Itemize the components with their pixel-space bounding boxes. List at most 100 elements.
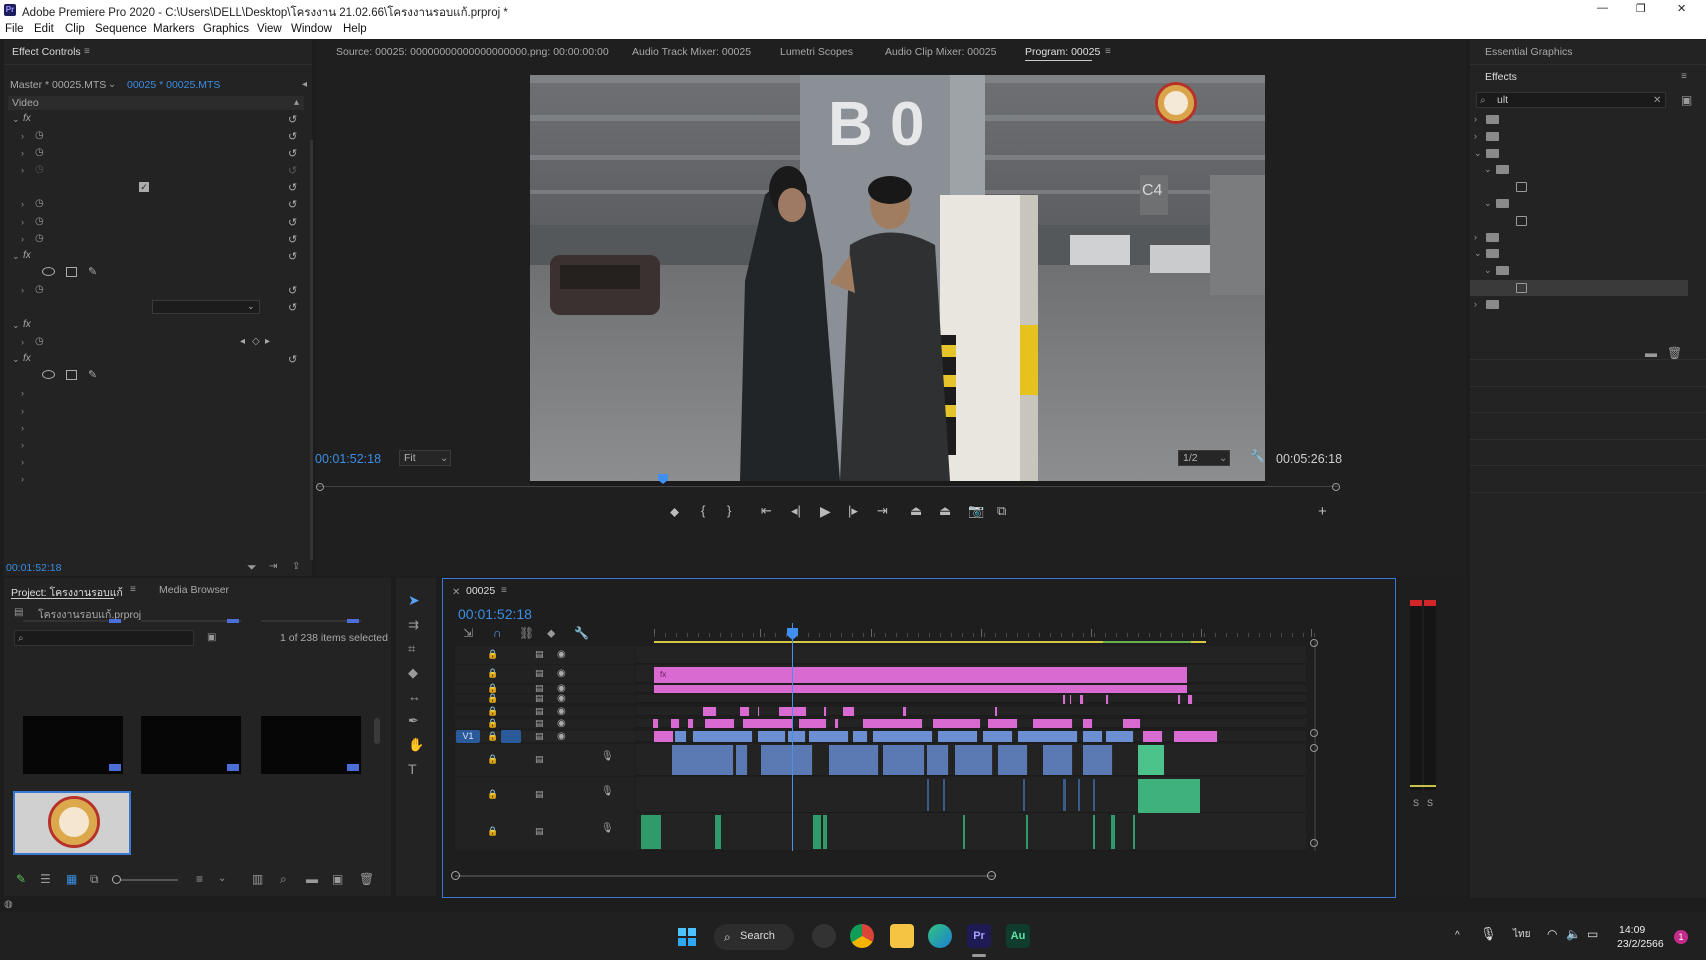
clip-segment[interactable] <box>1063 695 1066 704</box>
menu-graphics[interactable]: Graphics <box>203 23 249 35</box>
compare-view-button[interactable]: ⧉ <box>997 503 1006 519</box>
clip-segment[interactable] <box>703 707 717 716</box>
expand-arrow-icon[interactable]: › <box>21 440 24 450</box>
expand-arrow-icon[interactable]: › <box>21 165 24 175</box>
chrome-icon[interactable] <box>850 924 874 948</box>
clip-segment[interactable] <box>1188 695 1193 704</box>
clear-icon[interactable]: 🗑 <box>359 873 374 885</box>
menu-sequence[interactable]: Sequence <box>95 23 147 35</box>
clip-segment[interactable] <box>938 731 978 742</box>
audio-clip-a1[interactable] <box>998 745 1028 775</box>
audio-clip-a1[interactable] <box>883 745 925 775</box>
lift-button[interactable]: ⏏ <box>910 503 922 519</box>
stopwatch-icon[interactable]: ◷ <box>35 336 44 347</box>
master-clip-label[interactable]: Master * 00025.MTS <box>10 79 106 91</box>
audio-clip-a3[interactable] <box>823 815 827 849</box>
share-icon[interactable]: ⇪ <box>292 562 300 572</box>
clip-segment[interactable] <box>824 707 827 716</box>
pen-mask-icon[interactable]: ✎ <box>88 368 97 381</box>
audio-clip-a3[interactable] <box>813 815 821 849</box>
program-tab[interactable]: Program: 00025 <box>1025 46 1100 58</box>
clip-segment[interactable] <box>758 731 786 742</box>
bin-item[interactable] <box>131 716 241 806</box>
sync-lock-icon[interactable]: ▤ <box>535 718 544 729</box>
audio-clip-a3[interactable] <box>1093 815 1095 849</box>
clip-segment[interactable] <box>1080 695 1084 704</box>
clip-segment[interactable] <box>654 731 674 742</box>
new-bin-icon[interactable]: ▬ <box>306 873 318 885</box>
premiere-taskbar-icon[interactable]: Pr <box>967 924 991 948</box>
step-back-button[interactable]: ◂| <box>791 503 801 519</box>
wrench-icon[interactable]: 🔧 <box>1250 450 1265 462</box>
timeline-playhead[interactable] <box>792 623 793 851</box>
edge-icon[interactable] <box>928 924 952 948</box>
audio-clip-a1[interactable] <box>761 745 813 775</box>
audio-clip-a1-green[interactable] <box>1138 745 1164 775</box>
chevron-down-icon[interactable]: ⌄ <box>108 80 116 90</box>
expand-chevron-icon[interactable]: ⌄ <box>12 354 20 365</box>
effects-item-keying[interactable]: ⌄ <box>1470 263 1688 279</box>
media-browser-tab[interactable]: Media Browser <box>159 584 229 596</box>
fx-badge-icon[interactable]: fx <box>23 319 31 330</box>
audio-clip-a3[interactable] <box>1133 815 1135 849</box>
panel-menu-icon[interactable]: ≡ <box>1105 47 1111 57</box>
scroll-up-icon[interactable]: ▴ <box>294 98 299 108</box>
bin-item[interactable] <box>251 716 361 806</box>
maximize-button[interactable]: ❐ <box>1636 2 1646 15</box>
razor-tool-icon[interactable]: ◆ <box>408 666 418 679</box>
reset-icon[interactable]: ↺ <box>288 198 297 211</box>
clip-segment[interactable] <box>740 707 750 716</box>
audio-clip-a1[interactable] <box>1043 745 1073 775</box>
audio-clip-a2-fragment[interactable] <box>1093 779 1095 811</box>
effects-tab[interactable]: Effects <box>1485 71 1517 83</box>
effects-item-delay-and-echo[interactable]: ⌄ <box>1470 196 1688 212</box>
playhead-icon[interactable] <box>658 474 668 484</box>
sync-lock-icon[interactable]: ▤ <box>535 693 544 704</box>
clip-segment[interactable] <box>688 719 694 728</box>
volume-icon[interactable]: 🔈 <box>1566 928 1581 940</box>
expand-chevron-icon[interactable]: ⌄ <box>12 320 20 331</box>
audio-clip-a3[interactable] <box>1111 815 1115 849</box>
lock-icon[interactable]: 🔒 <box>487 718 498 729</box>
new-folder-icon[interactable]: ▬ <box>1645 347 1657 359</box>
clip-segment[interactable] <box>1083 719 1093 728</box>
source-tab[interactable]: Source: 00025: 00000000000000000000.png:… <box>336 46 609 58</box>
audio-clip-a2-fragment[interactable] <box>943 779 945 811</box>
windows-start-icon[interactable] <box>678 928 696 946</box>
playhead-icon[interactable] <box>787 628 798 640</box>
list-view-icon[interactable]: ☰ <box>40 873 51 885</box>
timeline-timecode[interactable]: 00:01:52:18 <box>458 606 532 622</box>
sequence-tab[interactable]: 00025 <box>466 585 495 597</box>
audio-clip-a3[interactable] <box>963 815 965 849</box>
icon-view-icon[interactable]: ▦ <box>66 873 77 885</box>
expand-arrow-icon[interactable]: › <box>21 234 24 244</box>
add-button-icon[interactable]: + <box>1318 503 1327 520</box>
audition-taskbar-icon[interactable]: Au <box>1006 924 1030 948</box>
menu-view[interactable]: View <box>257 23 282 35</box>
bin-thumb-logo[interactable] <box>13 791 131 855</box>
freeform-view-icon[interactable]: ⧉ <box>90 873 99 885</box>
menu-file[interactable]: File <box>5 23 24 35</box>
hand-tool-icon[interactable]: ✋ <box>408 738 424 751</box>
solo-right-button[interactable]: S <box>1427 798 1433 808</box>
clip-segment[interactable] <box>835 719 839 728</box>
reset-icon[interactable]: ↺ <box>288 164 297 177</box>
expand-arrow-icon[interactable]: › <box>21 406 24 416</box>
source-patch-v1[interactable]: V1 <box>456 730 480 743</box>
clip-segment[interactable] <box>1083 731 1103 742</box>
chevron-down-icon[interactable]: ⌄ <box>218 874 226 884</box>
menu-window[interactable]: Window <box>291 23 332 35</box>
clip-segment[interactable] <box>933 719 981 728</box>
clip-segment[interactable] <box>1018 731 1078 742</box>
reset-icon[interactable]: ↺ <box>288 147 297 160</box>
slip-tool-icon[interactable]: ↔ <box>408 690 421 703</box>
fx-badge-icon[interactable]: fx <box>23 250 31 261</box>
stopwatch-icon[interactable]: ◷ <box>35 164 44 175</box>
pencil-icon[interactable]: ✎ <box>16 873 26 885</box>
effects-item-multiband-compressor[interactable] <box>1470 179 1688 195</box>
clip-segment[interactable] <box>843 707 855 716</box>
panel-menu-icon[interactable]: ≡ <box>130 585 136 595</box>
audio-clip-mixer-tab[interactable]: Audio Clip Mixer: 00025 <box>885 46 996 58</box>
keyboard-layout-icon[interactable]: ไทย <box>1513 930 1530 940</box>
sync-lock-icon[interactable]: ▤ <box>535 668 544 679</box>
